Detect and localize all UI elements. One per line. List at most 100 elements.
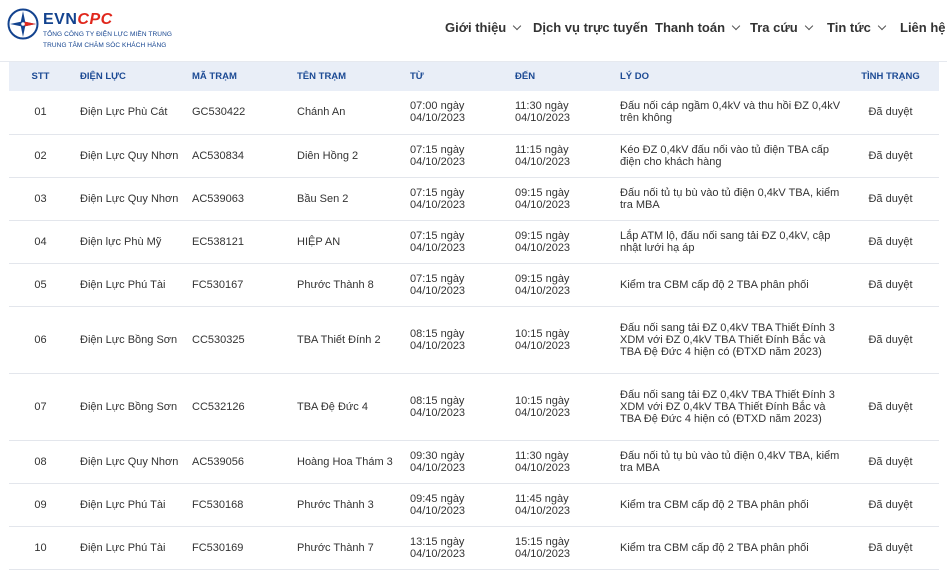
table-row: 07 Điện Lực Bồng Sơn CC532126 TBA Đệ Đức… [9,373,939,441]
cell-tu: 07:15 ngày 04/10/2023 [402,263,507,307]
cell-stt: 07 [9,373,72,441]
cell-ly-do: Kiểm tra CBM cấp độ 2 TBA phân phối [612,526,842,570]
brand-name-evn: EVN [43,11,78,28]
cell-ly-do: Lắp ATM lộ, đấu nối sang tải ĐZ 0,4kV, c… [612,220,842,264]
evncpc-logo[interactable]: EVNCPC TỔNG CÔNG TY ĐIỆN LỰC MIỀN TRUNG … [7,5,197,55]
chevron-down-icon [513,21,522,30]
cell-tinh-trang: Đã duyệt [842,526,939,570]
cell-tu: 09:45 ngày 04/10/2023 [402,483,507,527]
cell-ten-tram: Phước Thành 3 [289,483,402,527]
table-row: 09 Điện Lực Phú Tài FC530168 Phước Thành… [9,483,939,527]
cell-dien-luc: Điện Lực Quy Nhơn [72,134,184,178]
cell-tu: 13:15 ngày 04/10/2023 [402,526,507,570]
cell-ten-tram: TBA Đệ Đức 4 [289,373,402,441]
cell-den: 09:15 ngày 04/10/2023 [507,263,612,307]
cell-ten-tram: Phước Thành 7 [289,526,402,570]
cell-ly-do: Đấu nối tủ tụ bù vào tủ điện 0,4kV TBA, … [612,440,842,484]
col-header-ly-do: LÝ DO [620,71,650,82]
cell-dien-luc: Điện Lực Phú Tài [72,483,184,527]
cell-stt: 04 [9,220,72,264]
cell-ma-tram: GC530422 [184,91,289,135]
nav-item-label: Giới thiệu [445,20,507,35]
cell-tinh-trang: Đã duyệt [842,263,939,307]
nav-item-dich-vu-truc-tuyen[interactable]: Dịch vụ trực tuyến [533,20,648,35]
brand-subtitle-center: TRUNG TÂM CHĂM SÓC KHÁCH HÀNG [43,42,167,49]
nav-item-lien-he[interactable]: Liên hệ [900,20,946,35]
table-row: 10 Điện Lực Phú Tài FC530169 Phước Thành… [9,526,939,570]
cell-ma-tram: EC538121 [184,220,289,264]
cell-ma-tram: FC530167 [184,263,289,307]
cell-tinh-trang: Đã duyệt [842,373,939,441]
cell-den: 10:15 ngày 04/10/2023 [507,306,612,374]
col-header-dien-luc: ĐIỆN LỰC [80,71,126,82]
nav-item-tin-tuc[interactable]: Tin tức [827,20,887,35]
cell-tu: 07:15 ngày 04/10/2023 [402,220,507,264]
evn-logo-icon [7,8,39,40]
brand-name: EVNCPC [43,11,113,29]
cell-ma-tram: AC539056 [184,440,289,484]
cell-den: 09:15 ngày 04/10/2023 [507,220,612,264]
cell-tinh-trang: Đã duyệt [842,440,939,484]
cell-ly-do: Kéo ĐZ 0,4kV đấu nối vào tủ điện TBA cấp… [612,134,842,178]
col-header-tu: TỪ [410,71,424,82]
cell-den: 11:45 ngày 04/10/2023 [507,483,612,527]
cell-dien-luc: Điện Lực Phú Tài [72,526,184,570]
table-row: 04 Điện lực Phù Mỹ EC538121 HIỆP AN 07:1… [9,220,939,264]
col-header-ma-tram: MÃ TRẠM [192,71,237,82]
cell-ma-tram: CC532126 [184,373,289,441]
cell-stt: 03 [9,177,72,221]
table-row: 01 Điện Lực Phù Cát GC530422 Chánh An 07… [9,91,939,135]
table-header: STT ĐIỆN LỰC MÃ TRẠM TÊN TRẠM TỪ ĐẾN LÝ … [9,62,939,91]
cell-ma-tram: CC530325 [184,306,289,374]
cell-dien-luc: Điện Lực Quy Nhơn [72,177,184,221]
chevron-down-icon [877,21,887,30]
cell-stt: 05 [9,263,72,307]
table-row: 06 Điện Lực Bồng Sơn CC530325 TBA Thiết … [9,306,939,374]
nav-item-gioi-thieu[interactable]: Giới thiệu [445,20,522,35]
nav-item-label: Tra cứu [750,20,798,35]
cell-dien-luc: Điện lực Phù Mỹ [72,220,184,264]
nav-item-label: Thanh toán [655,20,726,35]
cell-ly-do: Đấu nối sang tải ĐZ 0,4kV TBA Thiết Đính… [612,373,842,441]
brand-subtitle-corp: TỔNG CÔNG TY ĐIỆN LỰC MIỀN TRUNG [43,31,173,38]
cell-tinh-trang: Đã duyệt [842,483,939,527]
nav-item-thanh-toan[interactable]: Thanh toán [655,20,741,35]
col-header-stt: STT [31,71,50,82]
cell-den: 11:30 ngày 04/10/2023 [507,440,612,484]
cell-ten-tram: Chánh An [289,91,402,135]
outage-schedule-table-wrap: STT ĐIỆN LỰC MÃ TRẠM TÊN TRẠM TỪ ĐẾN LÝ … [9,62,939,570]
cell-stt: 08 [9,440,72,484]
nav-item-tra-cuu[interactable]: Tra cứu [750,20,813,35]
cell-ly-do: Kiểm tra CBM cấp độ 2 TBA phân phối [612,483,842,527]
cell-stt: 10 [9,526,72,570]
chevron-down-icon [731,21,741,30]
col-header-ten-tram: TÊN TRẠM [297,71,347,82]
cell-ly-do: Đấu nối tủ tụ bù vào tủ điện 0,4kV TBA, … [612,177,842,221]
cell-dien-luc: Điện Lực Phú Tài [72,263,184,307]
nav-item-label: Dịch vụ trực tuyến [533,20,648,35]
cell-ma-tram: FC530168 [184,483,289,527]
table-row: 03 Điện Lực Quy Nhơn AC539063 Bầu Sen 2 … [9,177,939,221]
cell-tu: 08:15 ngày 04/10/2023 [402,373,507,441]
cell-dien-luc: Điện Lực Bồng Sơn [72,373,184,441]
cell-den: 15:15 ngày 04/10/2023 [507,526,612,570]
cell-ma-tram: AC539063 [184,177,289,221]
cell-tu: 07:15 ngày 04/10/2023 [402,177,507,221]
cell-den: 11:15 ngày 04/10/2023 [507,134,612,178]
cell-ten-tram: HIỆP AN [289,220,402,264]
cell-stt: 06 [9,306,72,374]
cell-tinh-trang: Đã duyệt [842,91,939,135]
brand-name-cpc: CPC [77,11,113,28]
cell-den: 11:30 ngày 04/10/2023 [507,91,612,135]
cell-ten-tram: TBA Thiết Đính 2 [289,306,402,374]
cell-ly-do: Kiểm tra CBM cấp độ 2 TBA phân phối [612,263,842,307]
col-header-tinh-trang: TÌNH TRẠNG [861,71,920,82]
site-header: EVNCPC TỔNG CÔNG TY ĐIỆN LỰC MIỀN TRUNG … [0,0,947,62]
cell-ma-tram: AC530834 [184,134,289,178]
table-body: 01 Điện Lực Phù Cát GC530422 Chánh An 07… [9,91,939,570]
cell-tu: 07:15 ngày 04/10/2023 [402,134,507,178]
table-row: 05 Điện Lực Phú Tài FC530167 Phước Thành… [9,263,939,307]
chevron-down-icon [804,21,813,30]
cell-stt: 09 [9,483,72,527]
cell-ly-do: Đấu nối sang tải ĐZ 0,4kV TBA Thiết Đính… [612,306,842,374]
